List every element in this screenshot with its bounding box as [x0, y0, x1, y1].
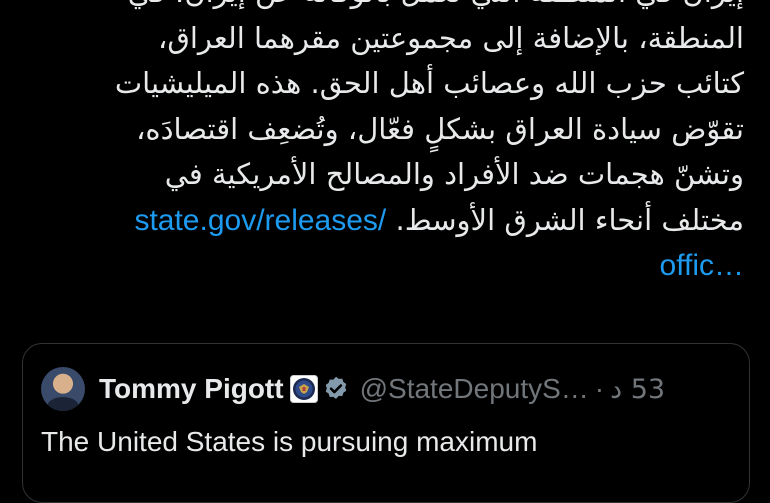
- quoted-tweet-card[interactable]: Tommy Pigott @StateDeputyS… · 53 د The U…: [22, 343, 750, 503]
- verified-check-icon: [325, 376, 346, 399]
- quoted-author-name[interactable]: Tommy Pigott: [99, 373, 284, 405]
- tweet-text-line: تقوّض سيادة العراق بشكلٍ فعّال، وتُضعِف …: [136, 111, 744, 146]
- tweet-link-continuation[interactable]: offic…: [14, 243, 744, 289]
- quoted-author-handle[interactable]: @StateDeputyS…: [360, 373, 589, 405]
- tweet-text-line: إيران في المنطقة التي تعمل بالوكالة عن إ…: [14, 0, 744, 16]
- tweet-link[interactable]: state.gov/releases/: [134, 204, 386, 237]
- tweet-text-fragment: مختلف أنحاء الشرق الأوسط.: [395, 202, 744, 237]
- tweet-text-line: كتائب حزب الله وعصائب أهل الحق. هذه المي…: [114, 66, 744, 100]
- tweet-text-line: المنطقة، بالإضافة إلى مجموعتين مقرهما ال…: [157, 20, 744, 55]
- tweet-text-line: وتشنّ هجمات ضد الأفراد والمصالح الأمريكي…: [164, 157, 744, 191]
- tweet-text-line-with-link: مختلف أنحاء الشرق الأوسط. state.gov/rele…: [14, 198, 744, 244]
- quoted-tweet-timestamp[interactable]: 53 د: [610, 374, 665, 405]
- quoted-tweet-header: Tommy Pigott @StateDeputyS… · 53 د: [41, 366, 731, 412]
- avatar[interactable]: [41, 367, 85, 411]
- tweet-body: إيران في المنطقة التي تعمل بالوكالة عن إ…: [14, 0, 744, 289]
- separator-dot: ·: [594, 373, 605, 404]
- quoted-tweet-text: The United States is pursuing maximum: [41, 426, 538, 457]
- state-department-seal-icon: [289, 375, 318, 403]
